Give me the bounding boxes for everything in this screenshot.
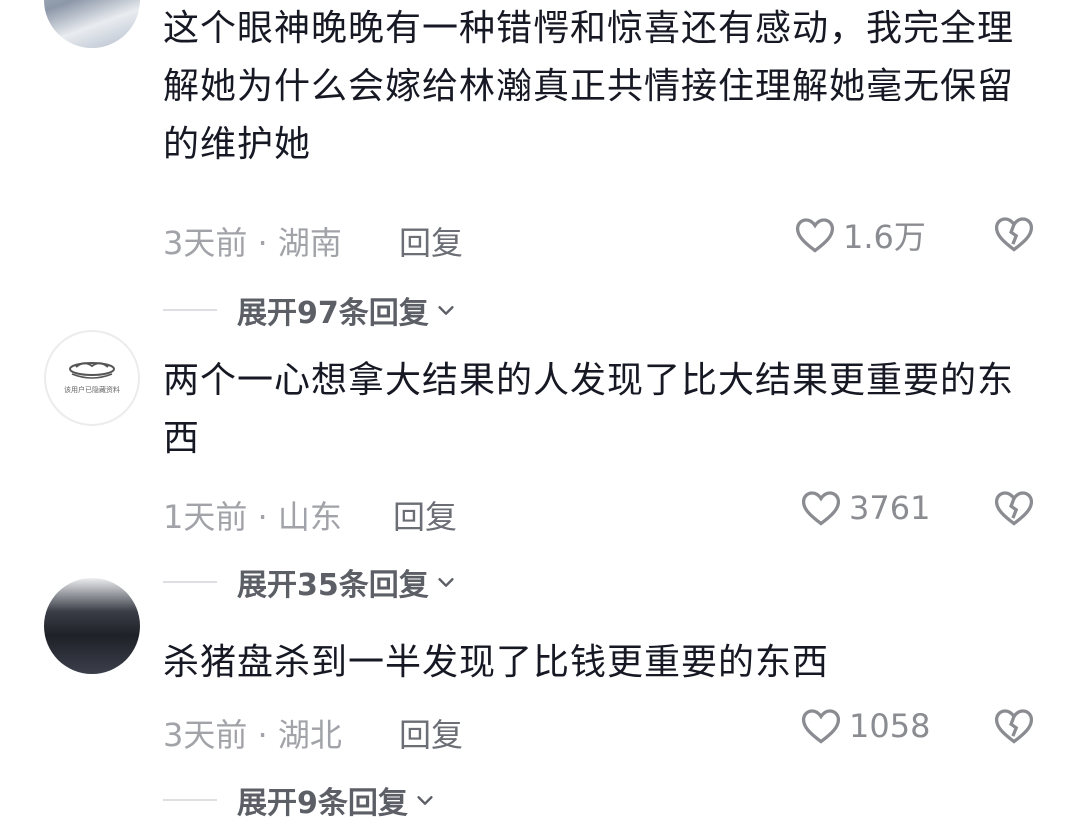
logo-icon: 该用户已隐藏资料 (64, 362, 120, 394)
reply-button[interactable]: 回复 (393, 492, 457, 538)
broken-heart-icon (994, 491, 1034, 526)
comment-text: 这个眼神晚晚有一种错愕和惊喜还有感动，我完全理解她为什么会嫁给林瀚真正共情接住理… (163, 8, 1015, 165)
broken-heart-icon (994, 217, 1034, 252)
comment-meta: 1天前 · 山东 回复 3761 (163, 486, 1036, 536)
avatar[interactable] (44, 0, 140, 48)
expand-replies-button[interactable]: 展开97条回复 (163, 288, 457, 332)
time-location: 3天前 · 湖南 (163, 224, 342, 262)
heart-icon (795, 218, 835, 253)
comment-text: 杀猪盘杀到一半发现了比钱更重要的东西 (163, 642, 830, 683)
avatar[interactable] (44, 578, 140, 674)
time-location: 3天前 · 湖北 (163, 716, 342, 754)
chevron-down-icon (438, 306, 454, 315)
avatar[interactable]: 该用户已隐藏资料 (44, 330, 140, 426)
divider (163, 799, 217, 801)
dislike-button[interactable] (992, 212, 1036, 264)
expand-label: 展开9条回复 (237, 786, 408, 821)
expand-replies-button[interactable]: 展开9条回复 (163, 778, 436, 822)
chevron-down-icon (417, 796, 433, 805)
reply-button[interactable]: 回复 (399, 710, 463, 756)
dislike-button[interactable] (992, 704, 1036, 756)
time-location: 1天前 · 山东 (163, 498, 342, 536)
like-count: 1058 (849, 707, 931, 745)
comment-meta: 3天前 · 湖北 回复 1058 (163, 704, 1036, 754)
expand-label: 展开97条回复 (237, 296, 429, 331)
broken-heart-icon (994, 709, 1034, 744)
heart-icon (801, 709, 841, 744)
expand-label: 展开35条回复 (237, 568, 429, 603)
expand-replies-button[interactable]: 展开35条回复 (163, 560, 457, 604)
dislike-button[interactable] (992, 486, 1036, 538)
like-count: 3761 (849, 489, 931, 527)
like-button[interactable]: 1058 (799, 704, 930, 748)
avatar-caption: 该用户已隐藏资料 (64, 385, 120, 394)
comment-meta: 3天前 · 湖南 回复 1.6万 (163, 212, 1036, 262)
comment-text: 两个一心想拿大结果的人发现了比大结果更重要的东西 (163, 360, 1015, 459)
like-button[interactable]: 1.6万 (793, 212, 926, 258)
reply-button[interactable]: 回复 (399, 218, 463, 264)
divider (163, 309, 217, 311)
like-button[interactable]: 3761 (799, 486, 930, 530)
heart-icon (801, 491, 841, 526)
chevron-down-icon (438, 578, 454, 587)
divider (163, 581, 217, 583)
like-count: 1.6万 (843, 218, 926, 256)
